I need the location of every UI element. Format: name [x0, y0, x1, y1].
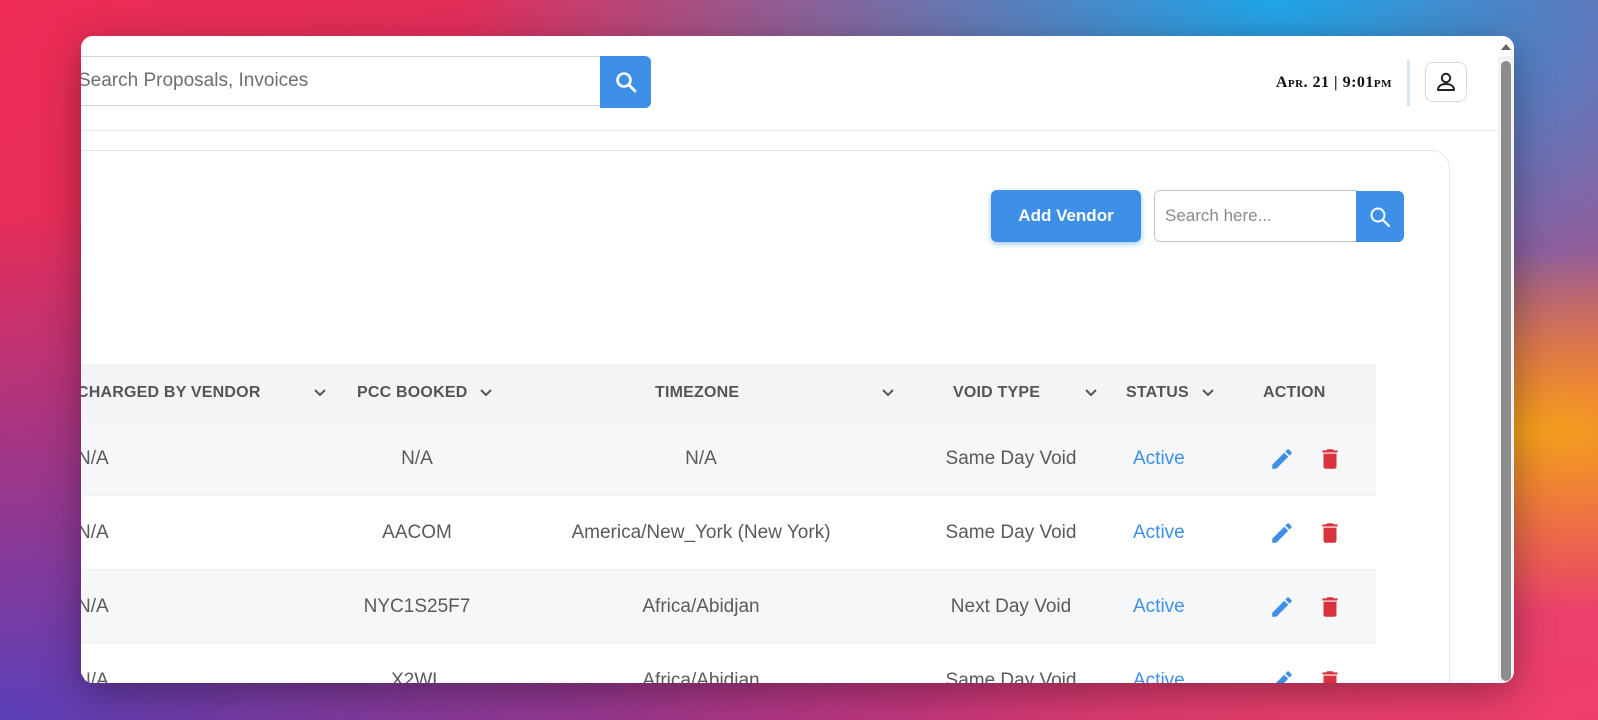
cell-void-type: Same Day Void	[945, 447, 1077, 469]
vendors-table: CHARGED BY VENDOR PCC BOOKED TIMEZONE VO…	[81, 364, 1376, 683]
column-header-charged-by-vendor[interactable]: CHARGED BY VENDOR	[81, 364, 327, 422]
app-window: Apr. 21 | 9:01pm Add Vendor CHARGED BY V…	[81, 36, 1514, 683]
chevron-down-icon[interactable]	[881, 388, 895, 398]
chevron-down-icon[interactable]	[1084, 388, 1098, 398]
table-header: CHARGED BY VENDOR PCC BOOKED TIMEZONE VO…	[81, 364, 1376, 422]
current-datetime: Apr. 21 | 9:01pm	[1275, 74, 1392, 91]
cell-void-type: Next Day Void	[950, 595, 1072, 617]
column-header-action: ACTION	[1263, 384, 1326, 401]
column-header-timezone[interactable]: TIMEZONE	[655, 364, 755, 422]
pencil-icon[interactable]	[1269, 594, 1295, 620]
vendor-search-input[interactable]	[1154, 190, 1357, 242]
cell-timezone: N/A	[685, 447, 717, 469]
global-search-button[interactable]	[600, 56, 651, 108]
topbar-divider	[1407, 60, 1410, 106]
table-row: N/A NYC1S25F7 Africa/Abidjan Next Day Vo…	[81, 570, 1376, 644]
pencil-icon[interactable]	[1269, 668, 1295, 683]
cell-void-type: Same Day Void	[945, 521, 1077, 543]
search-icon	[1370, 207, 1391, 227]
status-badge: Active	[1133, 447, 1185, 469]
column-header-void-type[interactable]: VOID TYPE	[953, 364, 1123, 422]
trash-icon[interactable]	[1317, 520, 1343, 546]
chevron-down-icon[interactable]	[1201, 388, 1215, 398]
global-search-input[interactable]	[81, 56, 600, 106]
user-icon	[1437, 72, 1455, 91]
search-icon	[615, 72, 636, 93]
cell-pcc: NYC1S25F7	[363, 595, 471, 617]
pencil-icon[interactable]	[1269, 520, 1295, 546]
trash-icon[interactable]	[1317, 446, 1343, 472]
cell-pcc: AACOM	[382, 521, 452, 543]
row-actions	[1269, 422, 1359, 495]
column-header-status[interactable]: STATUS	[1126, 364, 1236, 422]
table-row: N/A N/A N/A Same Day Void Active	[81, 422, 1376, 496]
user-profile-button[interactable]	[1425, 62, 1467, 102]
vertical-scrollbar[interactable]	[1498, 44, 1514, 683]
cell-pcc: N/A	[401, 447, 433, 469]
cell-timezone: Africa/Abidjan	[642, 669, 760, 684]
cell-charged: N/A	[81, 447, 109, 469]
row-actions	[1269, 496, 1359, 569]
row-actions	[1269, 644, 1359, 683]
add-vendor-button[interactable]: Add Vendor	[991, 190, 1141, 242]
scroll-up-arrow-icon[interactable]	[1501, 44, 1511, 50]
status-badge: Active	[1133, 595, 1185, 617]
status-badge: Active	[1133, 521, 1185, 543]
chevron-down-icon[interactable]	[313, 388, 327, 398]
cell-timezone: Africa/Abidjan	[642, 595, 760, 617]
table-row: N/A X2WL Africa/Abidjan Same Day Void Ac…	[81, 644, 1376, 683]
vendor-search-button[interactable]	[1356, 191, 1404, 242]
scrollbar-thumb[interactable]	[1501, 61, 1511, 681]
pencil-icon[interactable]	[1269, 446, 1295, 472]
column-header-timezone-sort[interactable]	[881, 364, 911, 422]
trash-icon[interactable]	[1317, 668, 1343, 683]
chevron-down-icon[interactable]	[479, 388, 493, 398]
top-bar: Apr. 21 | 9:01pm	[81, 36, 1514, 131]
cell-charged: N/A	[81, 521, 109, 543]
trash-icon[interactable]	[1317, 594, 1343, 620]
column-header-pcc-booked[interactable]: PCC BOOKED	[357, 364, 527, 422]
cell-charged: N/A	[81, 669, 109, 684]
table-row: N/A AACOM America/New_York (New York) Sa…	[81, 496, 1376, 570]
cell-charged: N/A	[81, 595, 109, 617]
row-actions	[1269, 570, 1359, 643]
cell-void-type: Same Day Void	[945, 669, 1077, 684]
cell-timezone: America/New_York (New York)	[571, 521, 831, 543]
cell-pcc: X2WL	[391, 669, 443, 684]
status-badge: Active	[1133, 669, 1185, 684]
